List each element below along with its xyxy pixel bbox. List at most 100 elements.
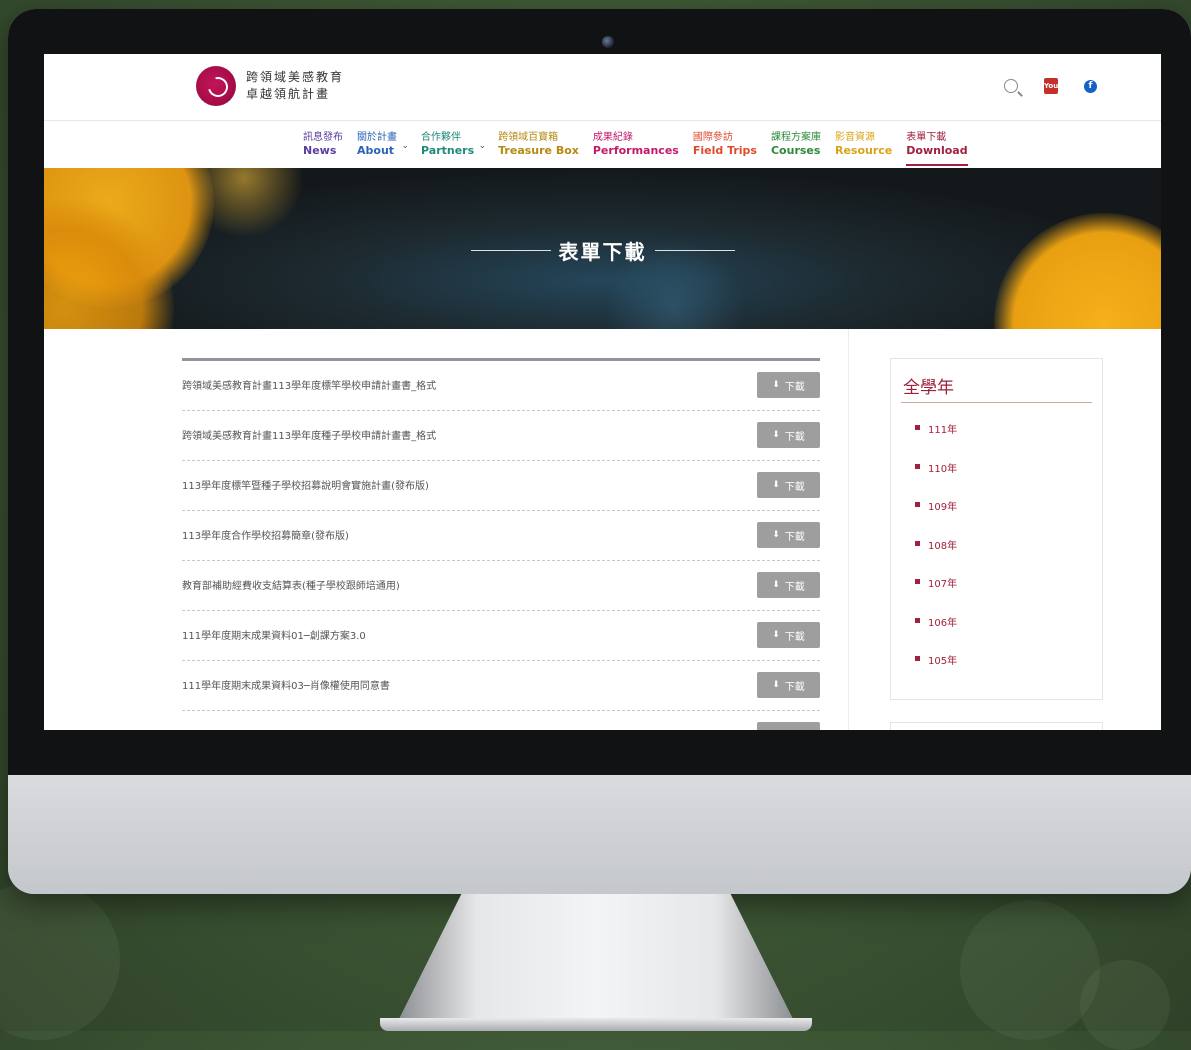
facebook-icon[interactable]: f <box>1084 79 1097 93</box>
year-link[interactable]: 108年 <box>915 537 957 576</box>
download-title[interactable]: 跨領域美感教育計畫113學年度標竿學校申請計畫書_格式 <box>182 377 436 392</box>
bullet-icon <box>915 540 920 546</box>
download-title[interactable]: 111學年度期末成果資料01─創課方案3.0 <box>182 627 366 642</box>
year-list: 111年 110年 109年 108年 107年 106年 105年 <box>915 421 957 691</box>
banner-title-wrap: 表單下載 <box>44 236 1161 265</box>
bullet-icon <box>915 502 920 507</box>
download-arrow-icon: ⬇ <box>772 680 780 690</box>
banner-rule-right <box>654 250 735 251</box>
sidebar-rule <box>901 402 1092 403</box>
page-banner: 表單下載 <box>44 168 1161 329</box>
download-button[interactable]: ⬇下載 <box>757 622 820 648</box>
bullet-icon <box>915 617 920 623</box>
download-row: 111學年度期末成果資料02─智慧財產權授權同意書 ⬇下載 <box>182 711 820 730</box>
nav-label-zh: 影音資源 <box>834 132 875 143</box>
page-title: 表單下載 <box>558 240 647 264</box>
download-row: 113學年度標竿暨種子學校招募說明會實施計畫(發布版) ⬇ 下載 <box>182 461 820 511</box>
download-title[interactable]: 教育部補助經費收支結算表(種子學校跟師培通用) <box>182 577 400 592</box>
nav-item-about[interactable]: 關於計畫 About ⌄ <box>357 131 409 164</box>
site-logo[interactable]: 跨領域美感教育 卓越領航計畫 <box>196 66 344 106</box>
nav-label-zh: 表單下載 <box>906 132 947 143</box>
download-row: 111學年度期末成果資料01─創課方案3.0 ⬇ 下載 <box>182 611 820 661</box>
nav-label-zh: 課程方案庫 <box>770 132 821 143</box>
year-label: 105年 <box>928 656 958 667</box>
chevron-down-icon[interactable]: ⌄ <box>479 141 487 151</box>
year-label: 109年 <box>928 502 958 513</box>
nav-item-download[interactable]: 表單下載 Download <box>906 131 968 166</box>
download-button-label: 下載 <box>784 531 805 543</box>
download-arrow-icon: ⬇ <box>772 630 780 640</box>
bullet-icon <box>915 425 920 430</box>
logo-text: 跨領域美感教育 卓越領航計畫 <box>246 69 344 103</box>
nav-label-en: Partners <box>421 144 475 157</box>
download-button[interactable]: ⬇ 下載 <box>757 572 820 598</box>
camera-icon <box>602 36 614 48</box>
year-link[interactable]: 107年 <box>915 575 957 614</box>
nav-label-en: Field Trips <box>692 144 757 157</box>
download-title[interactable]: 111學年度期末成果資料03─肖像權使用同意書 <box>182 677 390 692</box>
download-button[interactable]: ⬇ 下載 <box>757 372 820 398</box>
main-nav: 訊息發布 News 關於計畫 About ⌄ 合作夥伴 Partners ⌄ 跨領域百寶箱 Tre… <box>44 120 1161 169</box>
bokeh-light <box>994 213 1161 329</box>
logo-icon <box>196 66 236 106</box>
download-list: 跨領域美感教育計畫113學年度標竿學校申請計畫書_格式 ⬇ 下載 跨領域美感教育計畫1… <box>182 358 820 730</box>
nav-item-resource[interactable]: 影音資源 Resource <box>835 131 892 164</box>
bullet-icon <box>915 656 920 661</box>
nav-item-field-trips[interactable]: 國際參訪 Field Trips <box>693 131 757 164</box>
nav-label-en: Resource <box>834 144 893 157</box>
monitor-stand-base <box>380 1018 812 1031</box>
sidebar-widget-2 <box>890 722 1103 730</box>
year-link[interactable]: 105年 <box>915 652 957 691</box>
nav-label-zh: 成果紀錄 <box>592 132 633 143</box>
download-button[interactable]: ⬇下載 <box>757 522 820 548</box>
download-button-label: 下載 <box>784 431 805 443</box>
year-link[interactable]: 110年 <box>915 460 957 499</box>
download-row: 113學年度合作學校招募簡章(發布版) ⬇ 下載 <box>182 511 820 561</box>
header-icons: You f <box>1004 78 1097 94</box>
nav-item-courses[interactable]: 課程方案庫 Courses <box>771 131 821 164</box>
year-label: 110年 <box>928 463 958 475</box>
nav-label-en: Performances <box>592 144 679 157</box>
download-button-label: 下載 <box>784 381 805 393</box>
download-title[interactable]: 113學年度標竿暨種子學校招募說明會實施計畫(發布版) <box>182 477 429 492</box>
download-button-label: 下載 <box>784 581 805 593</box>
download-arrow-icon: ⬇ <box>772 430 780 440</box>
download-title[interactable]: 111學年度期末成果資料02─智慧財產權授權同意書 <box>182 727 410 730</box>
youtube-icon[interactable]: You <box>1044 78 1058 94</box>
logo-line-2: 卓越領航計畫 <box>246 87 331 101</box>
nav-label-en: Download <box>906 144 968 157</box>
download-title[interactable]: 跨領域美感教育計畫113學年度種子學校申請計畫書_格式 <box>182 427 436 442</box>
bullet-icon <box>915 463 920 469</box>
year-label: 107年 <box>928 579 958 590</box>
year-label: 108年 <box>928 540 958 552</box>
download-button[interactable]: ⬇ 下載 <box>757 472 820 498</box>
nav-label-zh: 合作夥伴 <box>421 132 461 143</box>
nav-item-news[interactable]: 訊息發布 News <box>303 131 343 164</box>
sidebar-title: 全學年 <box>903 378 954 398</box>
nav-item-treasure-box[interactable]: 跨領域百寶箱 Treasure Box <box>498 131 579 164</box>
download-title[interactable]: 113學年度合作學校招募簡章(發布版) <box>182 527 349 542</box>
download-button[interactable]: ⬇ 下載 <box>757 422 820 448</box>
download-arrow-icon: ⬇ <box>772 480 780 490</box>
download-arrow-icon: ⬇ <box>772 380 780 390</box>
nav-item-partners[interactable]: 合作夥伴 Partners ⌄ <box>421 131 486 164</box>
download-button[interactable]: ⬇下載 <box>757 722 820 730</box>
monitor-stand <box>398 894 794 1021</box>
download-row: 跨領域美感教育計畫113學年度標竿學校申請計畫書_格式 ⬇ 下載 <box>182 361 820 411</box>
nav-label-en: Courses <box>770 144 821 157</box>
download-row: 111學年度期末成果資料03─肖像權使用同意書 ⬇ 下載 <box>182 661 820 711</box>
column-divider <box>848 329 849 730</box>
nav-item-performances[interactable]: 成果紀錄 Performances <box>593 131 679 164</box>
search-icon[interactable] <box>1004 79 1018 93</box>
year-link[interactable]: 109年 <box>915 498 957 537</box>
download-button-label: 下載 <box>784 481 805 493</box>
chevron-down-icon[interactable]: ⌄ <box>401 141 409 151</box>
year-link[interactable]: 106年 <box>915 614 957 653</box>
download-row: 跨領域美感教育計畫113學年度種子學校申請計畫書_格式 ⬇ 下載 <box>182 411 820 461</box>
download-button-label: 下載 <box>784 681 805 693</box>
nav-list: 訊息發布 News 關於計畫 About ⌄ 合作夥伴 Partners ⌄ 跨領域百寶箱 Tre… <box>303 131 982 166</box>
download-button[interactable]: ⬇ 下載 <box>757 672 820 698</box>
year-link[interactable]: 111年 <box>915 421 957 460</box>
monitor-chin <box>8 775 1191 894</box>
download-arrow-icon: ⬇ <box>772 580 780 590</box>
